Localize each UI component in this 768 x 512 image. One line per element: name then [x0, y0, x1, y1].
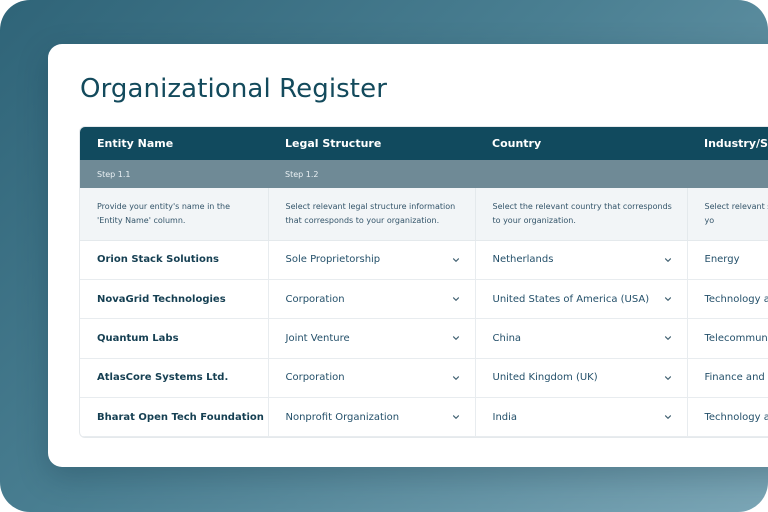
chevron-down-icon	[664, 415, 671, 420]
country-value: Netherlands	[492, 254, 554, 266]
industry-select[interactable]: Energy	[687, 240, 768, 280]
column-description: Select the relevant country that corresp…	[475, 188, 688, 241]
entity-name-cell[interactable]: Quantum Labs	[80, 318, 269, 359]
step-label: Step 1.2	[268, 160, 475, 188]
table-row: Bharat Open Tech Foundation Nonprofit Or…	[80, 397, 768, 438]
legal-structure-select[interactable]: Nonprofit Organization	[268, 397, 476, 438]
chevron-down-icon	[664, 376, 671, 380]
legal-structure-value: Joint Venture	[285, 332, 350, 344]
chevron-down-icon	[664, 336, 671, 341]
legal-structure-select[interactable]: Joint Venture	[268, 318, 476, 359]
step-row: Step 1.1 Step 1.2	[80, 160, 768, 188]
table-row: NovaGrid Technologies Corporation United…	[80, 279, 768, 320]
legal-structure-value: Corporation	[285, 372, 345, 384]
legal-structure-select[interactable]: Sole Proprietorship	[268, 240, 476, 280]
description-row: Provide your entity's name in the 'Entit…	[80, 188, 768, 241]
entity-name-cell[interactable]: AtlasCore Systems Ltd.	[80, 358, 269, 399]
header-legal-structure: Legal Structure	[268, 127, 475, 160]
country-value: China	[492, 332, 522, 344]
chevron-down-icon	[452, 257, 459, 262]
legal-structure-value: Corporation	[285, 293, 345, 305]
register-table: Entity Name Legal Structure Country Indu…	[80, 127, 768, 438]
country-select[interactable]: China	[475, 318, 688, 359]
page-title: Organizational Register	[80, 74, 387, 104]
legal-structure-select[interactable]: Corporation	[268, 358, 476, 399]
register-card: Organizational Register Entity Name Lega…	[48, 44, 768, 467]
column-description: Select relevant legal structure informat…	[268, 188, 476, 241]
column-description: Provide your entity's name in the 'Entit…	[80, 188, 269, 241]
register-table-container: Entity Name Legal Structure Country Indu…	[79, 126, 768, 439]
column-description: Select relevant s correspond to yo	[687, 188, 768, 241]
legal-structure-value: Sole Proprietorship	[285, 254, 381, 266]
chevron-down-icon	[664, 257, 671, 262]
legal-structure-select[interactable]: Corporation	[268, 279, 476, 320]
step-label	[687, 160, 768, 188]
entity-name-cell[interactable]: Orion Stack Solutions	[80, 240, 269, 280]
chevron-down-icon	[664, 297, 671, 301]
country-select[interactable]: India	[475, 397, 688, 438]
industry-select[interactable]: Finance and	[687, 358, 768, 399]
legal-structure-value: Nonprofit Organization	[285, 411, 400, 423]
country-value: United States of America (USA)	[492, 293, 650, 305]
header-industry: Industry/Sec	[687, 127, 768, 160]
table-row: Quantum Labs Joint Venture China Telecom…	[80, 318, 768, 359]
country-select[interactable]: United States of America (USA)	[475, 279, 688, 320]
country-select[interactable]: Netherlands	[475, 240, 688, 280]
country-select[interactable]: United Kingdom (UK)	[475, 358, 688, 399]
table-header-row: Entity Name Legal Structure Country Indu…	[80, 127, 768, 160]
table-row: Orion Stack Solutions Sole Proprietorshi…	[80, 240, 768, 280]
industry-select[interactable]: Technology a	[687, 397, 768, 438]
header-entity-name: Entity Name	[80, 127, 268, 160]
country-value: United Kingdom (UK)	[492, 372, 598, 384]
background-frame: Organizational Register Entity Name Lega…	[0, 0, 768, 512]
header-country: Country	[475, 127, 687, 160]
country-value: India	[492, 411, 518, 423]
chevron-down-icon	[452, 415, 459, 420]
industry-select[interactable]: Telecommuni	[687, 318, 768, 359]
step-label: Step 1.1	[80, 160, 268, 188]
entity-name-cell[interactable]: NovaGrid Technologies	[80, 279, 269, 320]
industry-select[interactable]: Technology a	[687, 279, 768, 320]
table-row: AtlasCore Systems Ltd. Corporation Unite…	[80, 358, 768, 399]
entity-name-cell[interactable]: Bharat Open Tech Foundation	[80, 397, 269, 438]
step-label	[475, 160, 687, 188]
chevron-down-icon	[452, 376, 459, 380]
chevron-down-icon	[452, 297, 459, 301]
chevron-down-icon	[452, 336, 459, 341]
